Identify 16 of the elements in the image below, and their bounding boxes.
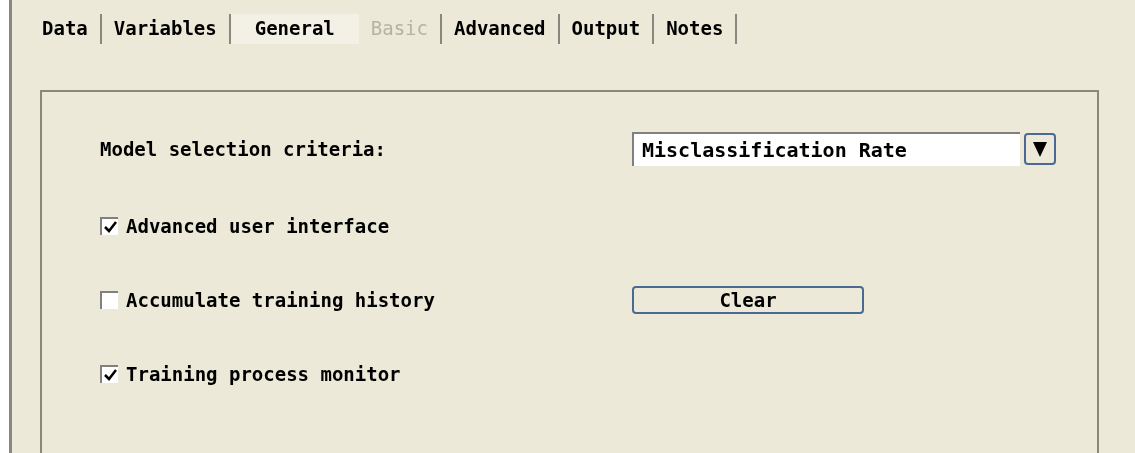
checkbox-label[interactable]: Accumulate training history (126, 289, 632, 311)
field-label: Model selection criteria: (100, 138, 387, 160)
tab[interactable]: General (230, 14, 359, 44)
tab[interactable]: Advanced (442, 14, 560, 44)
checkbox-label[interactable]: Advanced user interface (126, 215, 632, 237)
checkbox[interactable] (100, 365, 118, 383)
tab[interactable]: Notes (654, 14, 738, 44)
tab[interactable]: Data (30, 14, 102, 44)
tab[interactable]: Output (559, 14, 655, 44)
checkbox-label[interactable]: Training process monitor (126, 363, 632, 385)
checkbox[interactable] (100, 217, 118, 235)
dropdown-field[interactable]: Misclassification Rate (632, 132, 1020, 166)
checkbox[interactable] (100, 291, 118, 309)
clear-button[interactable]: Clear (632, 286, 864, 314)
dropdown-button[interactable] (1024, 133, 1056, 165)
caret-icon (1032, 140, 1048, 158)
